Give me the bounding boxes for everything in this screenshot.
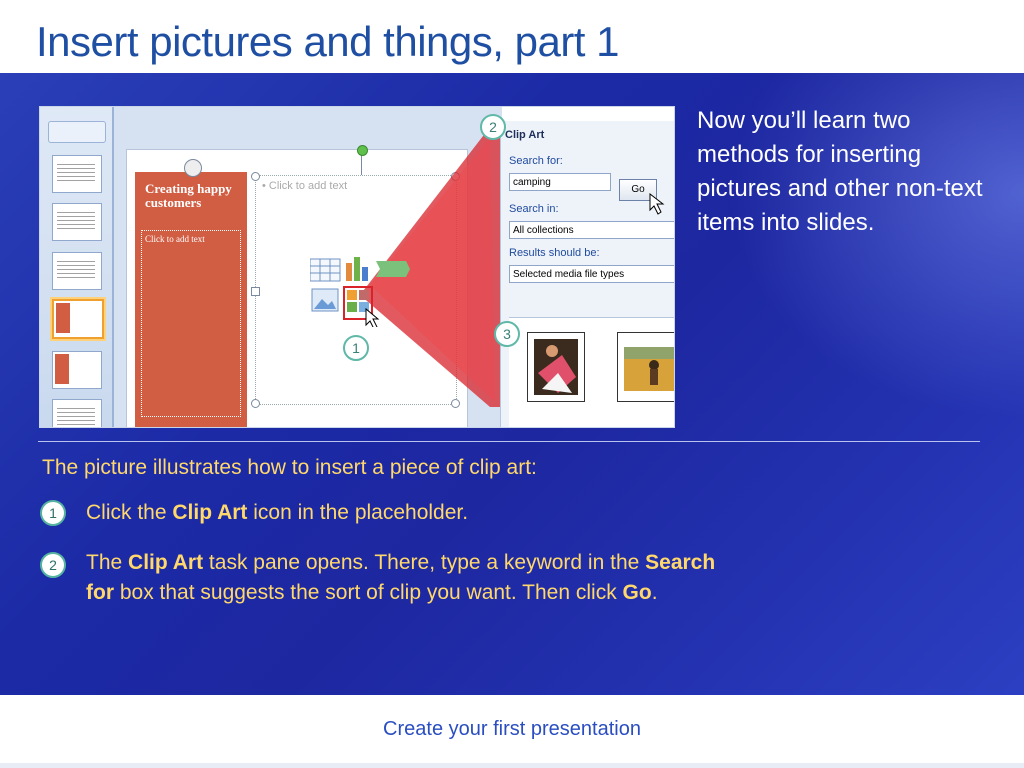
step-2-text: The Clip Art task pane opens. There, typ… — [86, 548, 736, 608]
footer-text: Create your first presentation — [383, 718, 641, 740]
results-area — [509, 317, 674, 427]
clip-art-screenshot: Creating happy customers Click to add te… — [39, 106, 675, 428]
step-text-bold: Go — [622, 581, 652, 604]
search-in-label: Search in: — [509, 203, 559, 215]
search-for-label: Search for: — [509, 155, 563, 167]
divider — [38, 441, 980, 442]
results-label: Results should be: — [509, 247, 600, 259]
bottom-border — [0, 763, 1024, 768]
intro-text: Now you’ll learn two methods for inserti… — [697, 107, 983, 236]
step-text-bold: Clip Art — [172, 501, 248, 524]
search-for-input[interactable]: camping — [509, 173, 611, 191]
callout-1: 1 — [343, 335, 369, 361]
search-in-select[interactable]: All collections — [509, 221, 674, 239]
clip-result[interactable] — [617, 332, 674, 402]
clip-art-task-pane: Clip Art Search for: camping Go Search i… — [500, 121, 674, 427]
step-1-text: Click the Clip Art icon in the placehold… — [86, 498, 736, 528]
step-text-bold: Clip Art — [128, 551, 204, 574]
step-text-part: The — [86, 551, 129, 574]
mouse-cursor-icon — [649, 193, 665, 215]
clip-result[interactable] — [527, 332, 585, 402]
step-2-badge: 2 — [40, 552, 66, 578]
pane-title: Clip Art — [505, 129, 545, 141]
step-text-part: box that suggests the sort of clip you w… — [114, 581, 623, 604]
lead-text: The picture illustrates how to insert a … — [42, 456, 537, 479]
callout-2: 2 — [480, 114, 506, 140]
content-icon-grid — [309, 257, 420, 330]
step-text-part: . — [651, 581, 658, 604]
step-text-part: icon in the placeholder. — [247, 501, 469, 524]
step-text-part: Click the — [86, 501, 173, 524]
step-1-badge: 1 — [40, 500, 66, 526]
page-title: Insert pictures and things, part 1 — [36, 18, 620, 65]
step-text-part: task pane opens. There, type a keyword i… — [203, 551, 646, 574]
callout-3: 3 — [494, 321, 520, 347]
results-select[interactable]: Selected media file types — [509, 265, 674, 283]
